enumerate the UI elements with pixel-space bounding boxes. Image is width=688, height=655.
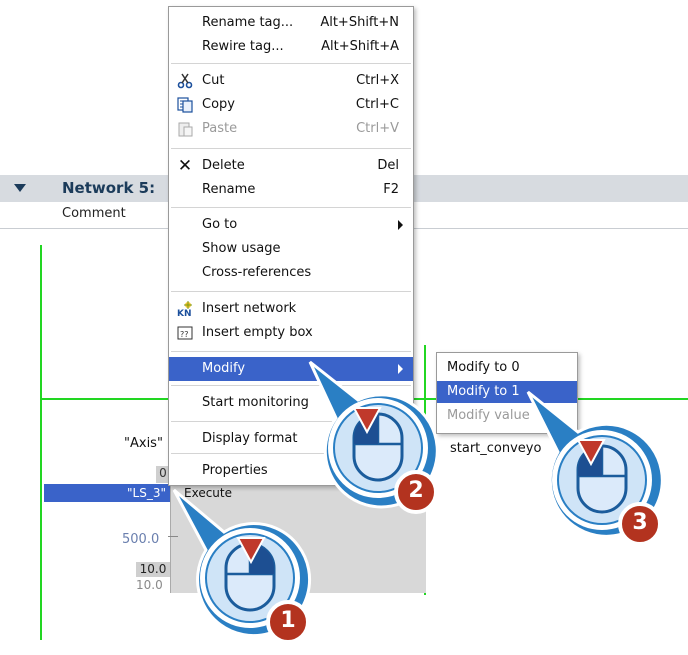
menu-label: Modify [202, 361, 246, 376]
menu-separator [171, 148, 411, 149]
network-comment[interactable]: Comment [62, 206, 126, 221]
scissors-icon [177, 73, 193, 89]
menu-shortcut: Ctrl+X [356, 73, 399, 88]
ls3-tag-selected[interactable]: "LS_3" [44, 484, 170, 502]
menu-item-insert-network[interactable]: KN Insert network [169, 297, 413, 321]
menu-shortcut: F2 [383, 182, 399, 197]
menu-label: Cut [202, 73, 225, 88]
menu-label: Rewire tag... [202, 39, 284, 54]
menu-label: Delete [202, 158, 245, 173]
menu-label: Rename tag... [202, 15, 294, 30]
submenu-label: Modify to 1 [447, 384, 520, 399]
insert-network-icon: KN [177, 301, 193, 319]
menu-separator [171, 291, 411, 292]
menu-shortcut: Alt+Shift+N [320, 15, 399, 30]
menu-item-insert-empty-box[interactable]: ?? Insert empty box [169, 321, 413, 345]
menu-label: Insert empty box [202, 325, 313, 340]
value-500[interactable]: 500.0 [122, 532, 159, 547]
menu-item-rewire-tag[interactable]: Rewire tag... Alt+Shift+A [169, 35, 413, 59]
value-10: 10.0 [136, 578, 163, 592]
menu-item-paste: Paste Ctrl+V [169, 117, 413, 141]
menu-shortcut: Ctrl+C [355, 97, 399, 112]
menu-item-delete[interactable]: ✕ Delete Del [169, 154, 413, 178]
menu-label: Show usage [202, 241, 281, 256]
menu-separator [171, 63, 411, 64]
menu-item-rename-tag[interactable]: Rename tag... Alt+Shift+N [169, 11, 413, 35]
menu-label: Properties [202, 463, 268, 478]
menu-label: Display format [202, 431, 298, 446]
menu-item-rename[interactable]: Rename F2 [169, 178, 413, 202]
copy-icon [177, 97, 193, 113]
callout-step-2: 2 [296, 356, 456, 518]
menu-label: Insert network [202, 301, 297, 316]
power-rail [40, 245, 42, 640]
menu-item-cut[interactable]: Cut Ctrl+X [169, 69, 413, 93]
delete-x-icon: ✕ [177, 156, 193, 176]
menu-separator [171, 351, 411, 352]
menu-item-show-usage[interactable]: Show usage [169, 237, 413, 261]
callout-step-3: 3 [520, 388, 680, 550]
menu-label: Go to [202, 217, 238, 232]
submenu-label: Modify to 0 [447, 360, 520, 375]
menu-item-go-to[interactable]: Go to [169, 213, 413, 237]
menu-item-cross-references[interactable]: Cross-references [169, 261, 413, 285]
svg-text:??: ?? [180, 330, 189, 339]
callout-number-3: 3 [632, 510, 648, 535]
submenu-item-modify-to-0[interactable]: Modify to 0 [437, 357, 577, 379]
svg-text:KN: KN [177, 309, 192, 317]
menu-shortcut: Alt+Shift+A [321, 39, 399, 54]
menu-label: Cross-references [202, 265, 312, 280]
callout-number-1: 1 [280, 608, 296, 633]
empty-box-icon: ?? [177, 325, 193, 341]
menu-label: Start monitoring [202, 395, 309, 410]
menu-separator [171, 207, 411, 208]
collapse-triangle-icon[interactable] [14, 184, 26, 192]
menu-label: Rename [202, 182, 256, 197]
submenu-arrow-icon [398, 220, 403, 230]
paste-icon [177, 121, 193, 137]
axis-tag-label[interactable]: "Axis" [124, 436, 163, 451]
menu-shortcut: Ctrl+V [356, 121, 399, 136]
submenu-label: Modify value [447, 408, 530, 423]
callout-number-2: 2 [408, 478, 424, 503]
network-title: Network 5: [62, 179, 156, 197]
menu-shortcut: Del [377, 158, 399, 173]
menu-label: Copy [202, 97, 235, 112]
menu-label: Paste [202, 121, 238, 136]
value-10-box[interactable]: 10.0 [136, 562, 170, 577]
menu-item-copy[interactable]: Copy Ctrl+C [169, 93, 413, 117]
